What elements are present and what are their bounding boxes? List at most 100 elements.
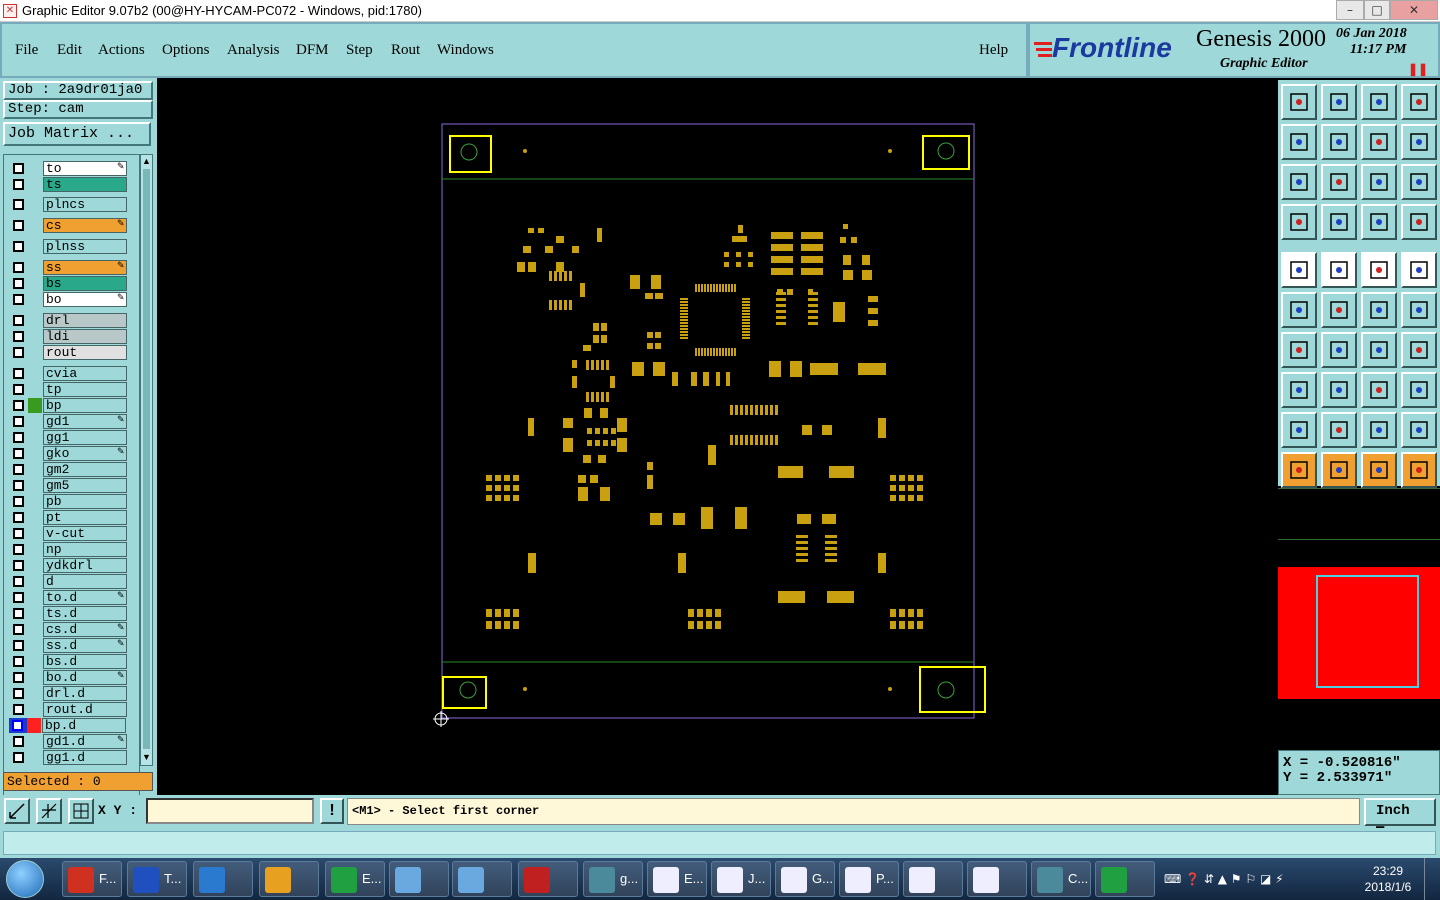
- forward-icon[interactable]: [1321, 124, 1357, 160]
- taskbar-item[interactable]: [967, 861, 1027, 897]
- layer-row[interactable]: gm2: [10, 462, 128, 477]
- scroll-thumb[interactable]: [143, 169, 150, 749]
- layer-row[interactable]: gm5: [10, 478, 128, 493]
- layer-name[interactable]: cs.d: [43, 622, 127, 637]
- layer-row[interactable]: ss.d ✎: [10, 638, 128, 653]
- layer-row[interactable]: gg1: [10, 430, 128, 445]
- center-icon[interactable]: [1321, 164, 1357, 200]
- taskbar-item[interactable]: E...: [325, 861, 385, 897]
- layer-row[interactable]: bp.d: [9, 718, 126, 733]
- layer-name[interactable]: cs: [43, 218, 127, 233]
- layer-row[interactable]: ldi: [10, 329, 128, 344]
- zoom-icon[interactable]: [4, 798, 30, 824]
- layer-checkbox[interactable]: [13, 331, 24, 342]
- layer-row[interactable]: gd1 ✎: [10, 414, 128, 429]
- layer-list-scrollbar[interactable]: ▲ ▼: [140, 154, 153, 766]
- layer-name[interactable]: bo: [43, 292, 127, 307]
- layer-row[interactable]: tp: [10, 382, 128, 397]
- layer-row[interactable]: gd1.d ✎: [10, 734, 128, 749]
- layer-row[interactable]: bo ✎: [10, 292, 128, 307]
- graphic-canvas[interactable]: [157, 78, 1276, 795]
- taskbar-item[interactable]: P...: [839, 861, 899, 897]
- layer-name[interactable]: bs.d: [43, 654, 127, 669]
- layer-row[interactable]: rout: [10, 345, 128, 360]
- taskbar-item[interactable]: C...: [1031, 861, 1091, 897]
- layer-row[interactable]: gg1.d: [10, 750, 128, 765]
- layer-checkbox[interactable]: [13, 480, 24, 491]
- cross-icon[interactable]: [1321, 292, 1357, 328]
- layer-row[interactable]: pt: [10, 510, 128, 525]
- layer-row[interactable]: bs: [10, 276, 128, 291]
- layer-name[interactable]: ldi: [43, 329, 127, 344]
- layer-name[interactable]: drl: [43, 313, 127, 328]
- window-icon[interactable]: [1401, 84, 1437, 120]
- camera-icon[interactable]: [1281, 252, 1317, 288]
- layer-checkbox[interactable]: [13, 163, 24, 174]
- layer-checkbox[interactable]: [13, 464, 24, 475]
- layer-name[interactable]: ts.d: [43, 606, 127, 621]
- layer-name[interactable]: pt: [43, 510, 127, 525]
- taskbar-item[interactable]: F...: [62, 861, 122, 897]
- menu-options[interactable]: Options: [162, 42, 210, 59]
- layer-checkbox[interactable]: [13, 672, 24, 683]
- layer-row[interactable]: bs.d: [10, 654, 128, 669]
- open-icon[interactable]: [1281, 84, 1317, 120]
- layer-name[interactable]: to: [43, 161, 127, 176]
- dot-icon[interactable]: [1401, 252, 1437, 288]
- layer-name[interactable]: to.d: [43, 590, 127, 605]
- dim-icon[interactable]: [1361, 372, 1397, 408]
- layer-name[interactable]: ydkdrl: [43, 558, 127, 573]
- taskbar-item[interactable]: [1095, 861, 1155, 897]
- layer-checkbox[interactable]: [13, 624, 24, 635]
- menu-file[interactable]: File: [15, 42, 38, 59]
- layer-name[interactable]: plncs: [43, 197, 127, 212]
- layer-name[interactable]: gg1: [43, 430, 127, 445]
- layer-row[interactable]: plnss: [10, 239, 128, 254]
- menu-rout[interactable]: Rout: [391, 42, 420, 59]
- layer-row[interactable]: ts: [10, 177, 128, 192]
- layer-row[interactable]: ss ✎: [10, 260, 128, 275]
- layer-row[interactable]: cs.d ✎: [10, 622, 128, 637]
- layer-name[interactable]: np: [43, 542, 127, 557]
- xy-input[interactable]: [146, 798, 314, 824]
- minus-icon[interactable]: [1321, 372, 1357, 408]
- move-icon[interactable]: [1281, 372, 1317, 408]
- layer-row[interactable]: rout.d: [10, 702, 128, 717]
- nodes-icon[interactable]: [1281, 292, 1317, 328]
- layer-checkbox[interactable]: [13, 512, 24, 523]
- layer-row[interactable]: cvia: [10, 366, 128, 381]
- layer-row[interactable]: bo.d ✎: [10, 670, 128, 685]
- layer-name[interactable]: bp.d: [42, 718, 126, 733]
- layer-checkbox[interactable]: [13, 241, 24, 252]
- layer-row[interactable]: to.d ✎: [10, 590, 128, 605]
- layer-checkbox[interactable]: [13, 278, 24, 289]
- start-button[interactable]: [6, 860, 44, 898]
- diag-icon[interactable]: [1321, 332, 1357, 368]
- layer-checkbox[interactable]: [13, 416, 24, 427]
- layer-name[interactable]: gm5: [43, 478, 127, 493]
- pointer-icon[interactable]: [1281, 452, 1317, 488]
- clock[interactable]: 23:29 2018/1/6: [1360, 863, 1416, 895]
- layer-row[interactable]: drl: [10, 313, 128, 328]
- taskbar-item[interactable]: T...: [127, 861, 187, 897]
- taskbar-item[interactable]: g...: [583, 861, 643, 897]
- layer-checkbox[interactable]: [13, 347, 24, 358]
- layer-checkbox[interactable]: [13, 640, 24, 651]
- layer-checkbox[interactable]: [13, 400, 24, 411]
- layers2-icon[interactable]: [1401, 204, 1437, 240]
- maximize-button[interactable]: □: [1364, 0, 1390, 20]
- tri4-icon[interactable]: [1401, 412, 1437, 448]
- pointer3-icon[interactable]: [1361, 452, 1397, 488]
- layer-name[interactable]: cvia: [43, 366, 127, 381]
- layer-checkbox[interactable]: [12, 720, 23, 731]
- snap-icon[interactable]: [1401, 124, 1437, 160]
- layer-name[interactable]: v-cut: [43, 526, 127, 541]
- layer-name[interactable]: gd1: [43, 414, 127, 429]
- minimize-button[interactable]: –: [1336, 0, 1364, 20]
- alert-icon[interactable]: !: [320, 798, 344, 824]
- layer-checkbox[interactable]: [13, 736, 24, 747]
- layer-checkbox[interactable]: [13, 752, 24, 763]
- ratio-icon[interactable]: [1361, 164, 1397, 200]
- taskbar-item[interactable]: [452, 861, 512, 897]
- menu-dfm[interactable]: DFM: [296, 42, 329, 59]
